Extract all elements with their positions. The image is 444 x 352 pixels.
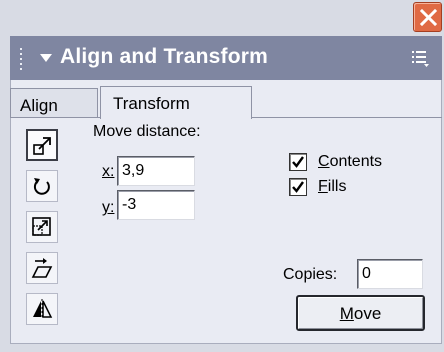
checkmark-icon bbox=[292, 181, 304, 193]
copies-input[interactable]: 0 bbox=[357, 259, 423, 289]
skew-tool-button[interactable] bbox=[26, 252, 58, 284]
tab-divider-gap bbox=[101, 117, 251, 119]
contents-checkbox[interactable] bbox=[289, 153, 307, 171]
x-label: x: bbox=[102, 163, 115, 180]
rotate-tool-icon bbox=[33, 178, 50, 195]
mirror-tool-button[interactable] bbox=[26, 293, 58, 325]
move-tool-icon bbox=[33, 137, 51, 155]
close-button[interactable] bbox=[413, 2, 442, 32]
fills-label[interactable]: Fills bbox=[318, 178, 346, 196]
y-label: y: bbox=[102, 199, 115, 216]
panel-title: Align and Transform bbox=[60, 45, 268, 68]
close-x-icon bbox=[419, 8, 438, 27]
grip-handle-icon[interactable] bbox=[18, 48, 24, 70]
tab-transform[interactable]: Transform bbox=[100, 86, 252, 119]
move-distance-heading: Move distance: bbox=[93, 123, 201, 140]
copies-label: Copies: bbox=[283, 266, 338, 283]
scale-tool-icon bbox=[32, 217, 51, 236]
move-tool-button[interactable] bbox=[26, 129, 58, 161]
scale-tool-button[interactable] bbox=[26, 211, 58, 243]
skew-tool-icon bbox=[31, 258, 53, 278]
contents-label[interactable]: Contents bbox=[318, 153, 382, 171]
checkmark-icon bbox=[292, 156, 304, 168]
panel-options-menu-icon[interactable] bbox=[410, 48, 430, 68]
mirror-tool-icon bbox=[33, 299, 53, 319]
y-distance-input[interactable]: -3 bbox=[117, 190, 195, 220]
rotate-tool-button[interactable] bbox=[26, 170, 58, 202]
move-button[interactable]: Move bbox=[296, 295, 425, 331]
panel-title-bar[interactable]: Align and Transform bbox=[10, 36, 442, 80]
collapse-chevron-icon[interactable] bbox=[40, 53, 52, 63]
tab-align[interactable]: Align bbox=[10, 88, 98, 118]
fills-checkbox[interactable] bbox=[289, 178, 307, 196]
x-distance-input[interactable]: 3,9 bbox=[117, 156, 195, 186]
window-top-bar bbox=[0, 0, 444, 36]
